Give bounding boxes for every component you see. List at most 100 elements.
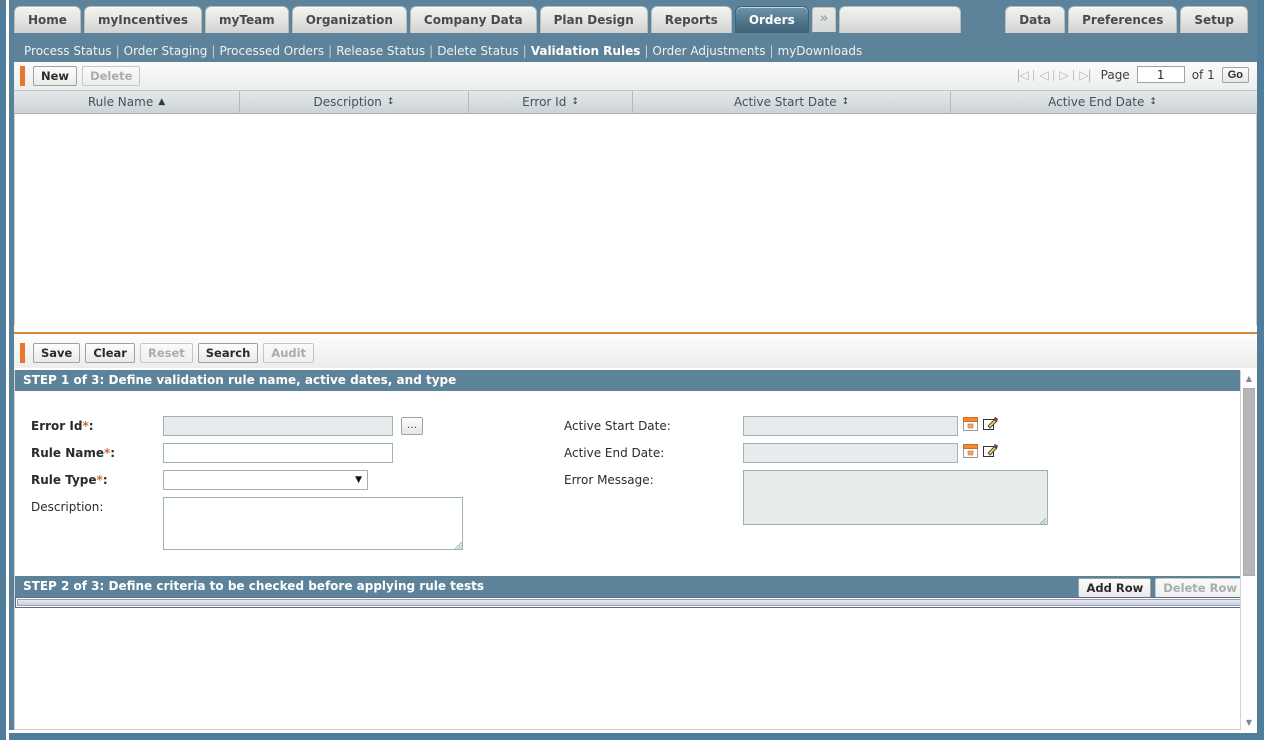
scrollbar-track[interactable] [1241,386,1257,714]
save-button[interactable]: Save [33,343,81,363]
tab-data[interactable]: Data [1005,6,1066,33]
column-label: Rule Name [87,95,154,109]
tab-label: Home [28,13,67,27]
tab-organization[interactable]: Organization [291,6,407,33]
label-colon: : [102,473,108,487]
label-colon: : [110,446,116,460]
active-end-date-calendar-icon[interactable] [963,444,978,458]
submenu-item-processed-orders[interactable]: Processed Orders [219,44,324,58]
label-colon: : [88,419,94,433]
page-number-input[interactable] [1136,66,1185,83]
step2-header: STEP 2 of 3: Define criteria to be check… [15,576,1257,598]
clear-button[interactable]: Clear [85,343,135,363]
step2-header-buttons: Add Row Delete Row [1078,578,1249,598]
scroll-down-arrow-icon[interactable]: ▼ [1241,714,1257,730]
first-page-icon[interactable]: |◁ [1015,68,1028,82]
active-end-date-edit-icon[interactable] [983,443,998,458]
audit-button: Audit [263,343,315,363]
tab-plan-design[interactable]: Plan Design [539,6,648,33]
submenu-separator: | [429,44,434,58]
sort-toggle-icon: ↕ [386,97,395,107]
tab-reports[interactable]: Reports [650,6,732,33]
wizard-vertical-scrollbar[interactable]: ▲ ▼ [1240,370,1257,730]
error-id-lookup-button[interactable]: ... [401,417,423,435]
step2-criteria-rows-container [15,608,1257,704]
grid-column-headers: Rule Name ▲ Description ↕ Error Id ↕ Act… [14,91,1257,114]
submenu-item-order-staging[interactable]: Order Staging [124,44,208,58]
next-page-icon[interactable]: ▷ [1058,68,1068,82]
add-row-button[interactable]: Add Row [1078,578,1152,598]
tab-label: Data [1019,13,1052,27]
tab-label: Organization [305,13,393,27]
chevron-down-icon: ▼ [355,475,362,485]
rule-name-field[interactable] [163,443,393,463]
pager-dot-separator: | [1031,68,1036,81]
submenu-separator: | [328,44,333,58]
delete-button: Delete [82,66,141,86]
sort-toggle-icon: ↕ [1149,97,1157,107]
tab-overflow-chevron-icon[interactable]: » [811,7,837,32]
rule-type-label: Rule Type*: [31,473,108,487]
column-label: Error Id [522,95,567,109]
tab-orders[interactable]: Orders [734,6,809,33]
section-divider-rule [14,332,1257,334]
last-page-icon[interactable]: ▷| [1078,68,1091,82]
reset-button: Reset [139,343,193,363]
tab-label: Setup [1194,13,1234,27]
column-header-active-end-date[interactable]: Active End Date ↕ [951,91,1254,113]
step2-horizontal-scrollbar[interactable] [15,597,1257,608]
active-start-date-calendar-icon[interactable] [963,417,978,431]
submenu-item-process-status[interactable]: Process Status [24,44,112,58]
active-start-date-field[interactable] [743,416,958,436]
tab-home[interactable]: Home [14,6,81,33]
page-total-label: of 1 [1191,67,1215,82]
go-button[interactable]: Go [1221,66,1249,83]
submenu-item-release-status[interactable]: Release Status [336,44,425,58]
tab-myteam[interactable]: myTeam [205,6,289,33]
grid-rows-container [14,114,1257,325]
pager-dot-separator: | [1051,68,1056,81]
column-header-active-start-date[interactable]: Active Start Date ↕ [633,91,951,113]
sub-navigation-bar: Process Status | Order Staging | Processed O… [14,40,1257,62]
sort-ascending-icon: ▲ [158,97,166,107]
submenu-item-mydownloads[interactable]: myDownloads [778,44,863,58]
submenu-item-order-adjustments[interactable]: Order Adjustments [652,44,765,58]
error-id-label: Error Id*: [31,419,94,433]
active-start-date-label: Active Start Date: [564,419,671,433]
toolbar-accent-marker [20,66,25,86]
new-button[interactable]: New [33,66,78,86]
previous-page-icon[interactable]: ◁ [1038,68,1048,82]
tab-preferences[interactable]: Preferences [1068,6,1178,33]
error-message-field[interactable] [743,470,1048,525]
active-start-date-edit-icon[interactable] [983,416,998,431]
tab-setup[interactable]: Setup [1180,6,1248,33]
active-end-date-field[interactable] [743,443,958,463]
tab-label: myIncentives [97,13,189,27]
description-field[interactable] [163,497,463,550]
wizard-scroll-region: STEP 1 of 3: Define validation rule name… [14,370,1257,730]
column-header-description[interactable]: Description ↕ [240,91,469,113]
submenu-item-validation-rules[interactable]: Validation Rules [531,44,641,58]
secondary-tab-group: Data Preferences Setup [1005,6,1251,33]
rule-type-select[interactable]: ▼ [163,470,368,490]
lower-region-bottom-border [15,729,1240,730]
column-header-rule-name[interactable]: Rule Name ▲ [14,91,240,113]
tab-company-data[interactable]: Company Data [409,6,537,33]
validation-rules-grid-panel: New Delete |◁ | ◁ | ▷ | ▷| Page of 1 Go … [14,62,1257,332]
rule-type-label-text: Rule Type [31,473,97,487]
column-header-error-id[interactable]: Error Id ↕ [469,91,633,113]
column-label: Description [313,95,382,109]
submenu-separator: | [115,44,120,58]
scrollbar-thumb[interactable] [1243,388,1255,576]
submenu-item-delete-status[interactable]: Delete Status [437,44,518,58]
tab-label: Preferences [1082,13,1164,27]
step2-scrollbar-thumb[interactable] [17,599,1255,606]
search-button[interactable]: Search [197,343,259,363]
scroll-up-arrow-icon[interactable]: ▲ [1241,370,1257,386]
tab-myincentives[interactable]: myIncentives [83,6,203,33]
error-id-field[interactable] [163,416,393,436]
toolbar-accent-marker [20,343,25,363]
tab-bar-filler [839,6,962,33]
grid-toolbar: New Delete |◁ | ◁ | ▷ | ▷| Page of 1 Go [14,62,1257,91]
description-label: Description: [31,500,104,514]
